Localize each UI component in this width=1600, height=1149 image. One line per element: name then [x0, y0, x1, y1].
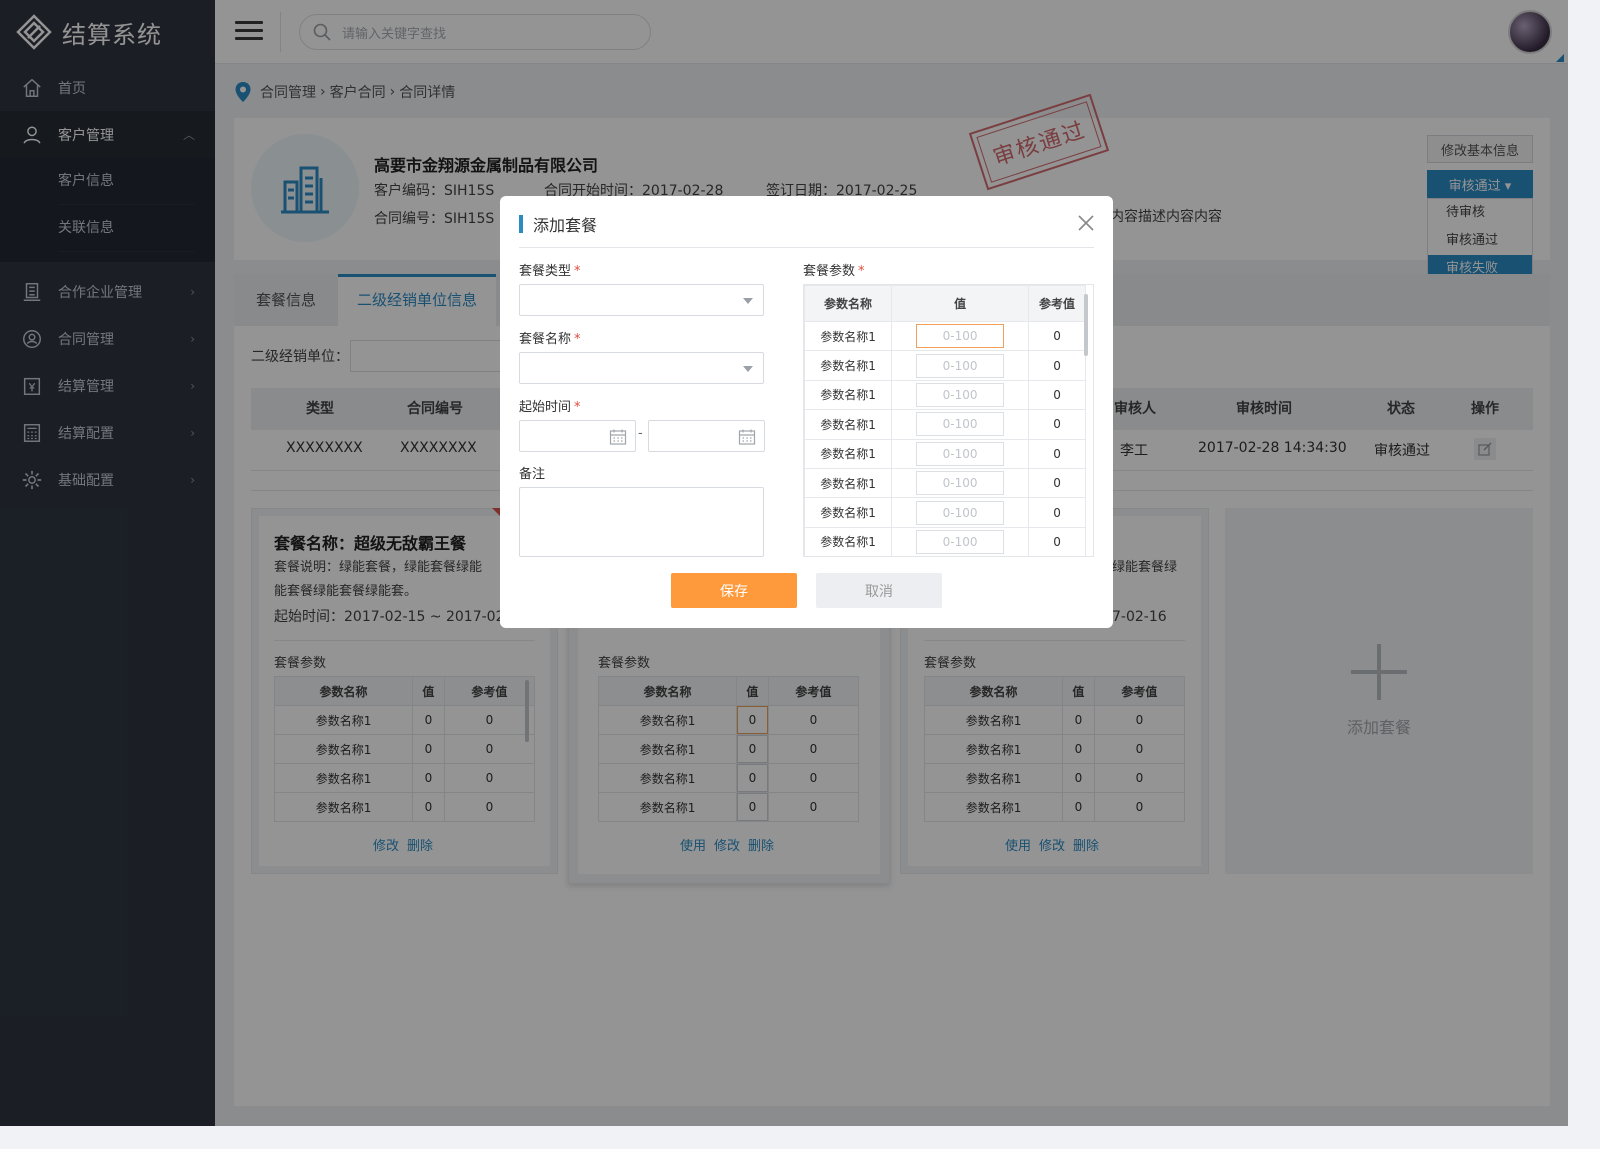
calendar-icon — [609, 429, 627, 445]
start-time-label: 起始时间 * — [519, 400, 581, 415]
modal-divider — [519, 247, 1094, 248]
end-date-input[interactable] — [648, 420, 765, 452]
table-row: 参数名称1 0-100 0 — [804, 526, 1086, 556]
modal-title: 添加套餐 — [519, 212, 597, 236]
param-value-input[interactable]: 0-100 — [916, 441, 1005, 466]
params-table-container: 参数名称 值 参考值 参数名称1 0-100 0 参数名称1 0-100 0 参数名称1… — [803, 284, 1094, 557]
params-table: 参数名称 值 参考值 参数名称1 0-100 0 参数名称1 0-100 0 参数名称1… — [804, 285, 1086, 556]
param-value-input[interactable]: 0-100 — [916, 324, 1005, 349]
param-header-ref: 参考值 — [1028, 285, 1086, 322]
param-value-input[interactable]: 0-100 — [916, 500, 1005, 525]
table-row: 参数名称1 0-100 0 — [804, 497, 1086, 528]
note-textarea[interactable] — [519, 487, 764, 557]
package-params-label: 套餐参数 * — [803, 264, 865, 279]
date-separator: - — [638, 426, 643, 441]
param-value-input[interactable]: 0-100 — [916, 353, 1005, 378]
table-row: 参数名称1 0-100 0 — [804, 438, 1086, 469]
note-label: 备注 — [519, 467, 546, 482]
package-name-select[interactable] — [519, 352, 764, 384]
table-row: 参数名称1 0-100 0 — [804, 320, 1086, 352]
calendar-icon — [738, 429, 756, 445]
close-icon[interactable] — [1076, 213, 1096, 233]
table-row: 参数名称1 0-100 0 — [804, 409, 1086, 440]
param-header-value: 值 — [891, 285, 1030, 322]
param-value-input[interactable]: 0-100 — [916, 412, 1005, 437]
package-type-select[interactable] — [519, 284, 764, 316]
params-scrollbar[interactable] — [1084, 294, 1088, 356]
param-header-name: 参数名称 — [804, 285, 893, 322]
package-type-label: 套餐类型 * — [519, 264, 581, 279]
table-row: 参数名称1 0-100 0 — [804, 379, 1086, 411]
table-row: 参数名称1 0-100 0 — [804, 467, 1086, 499]
package-name-label: 套餐名称 * — [519, 332, 581, 347]
start-date-input[interactable] — [519, 420, 636, 452]
param-value-input[interactable]: 0-100 — [916, 529, 1005, 554]
table-row: 参数名称1 0-100 0 — [804, 350, 1086, 381]
cancel-button[interactable]: 取消 — [816, 573, 942, 608]
param-value-input[interactable]: 0-100 — [916, 382, 1005, 407]
save-button[interactable]: 保存 — [671, 573, 797, 608]
param-value-input[interactable]: 0-100 — [916, 471, 1005, 496]
